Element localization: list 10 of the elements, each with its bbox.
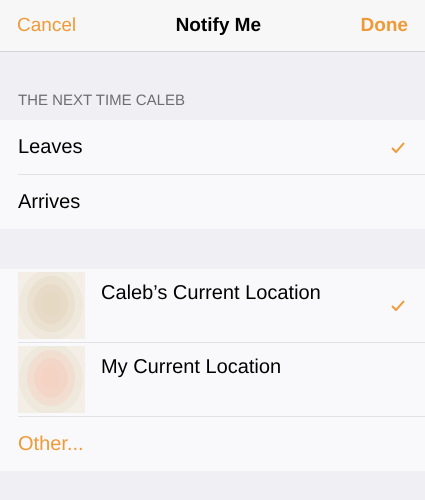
option-label: Arrives [18,190,82,214]
location-label: My Current Location [101,356,282,379]
location-row[interactable]: Caleb’s Current Location [18,269,425,343]
option-row[interactable]: Leaves [18,120,425,175]
option-label: Leaves [18,136,84,158]
location-label: Caleb’s Current Location [101,282,322,305]
location-row[interactable]: My Current Location [18,343,425,417]
page-title: Notify Me [176,14,262,36]
section-header: THE NEXT TIME CALEB [17,91,186,111]
option-row[interactable]: Arrives [18,175,425,229]
